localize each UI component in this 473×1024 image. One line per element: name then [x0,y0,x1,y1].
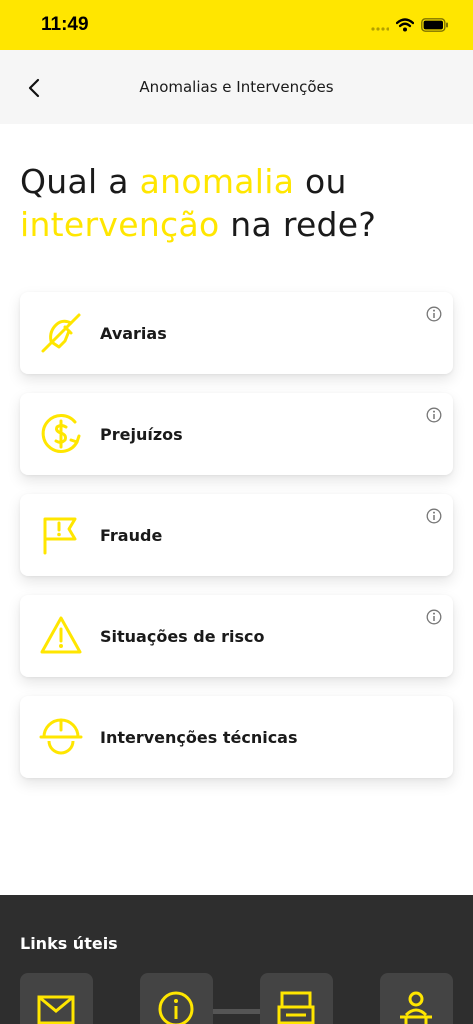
cellular-signal-icon [371,17,390,36]
info-icon[interactable] [426,306,442,322]
info-icon [158,991,194,1024]
headline-highlight-intervencao: intervenção [20,205,220,244]
tile-connector [212,1009,260,1014]
status-icons [371,17,449,36]
option-card-situacoes-de-risco[interactable]: Situações de risco [20,595,453,677]
no-signal-hand-icon [41,313,81,353]
link-tile-desk-person[interactable] [380,973,453,1024]
link-tile-info[interactable] [140,973,213,1024]
mail-icon [37,995,75,1024]
option-card-label: Fraude [100,526,163,545]
warning-triangle-icon [40,616,82,654]
flag-alert-icon [43,517,77,555]
footer-title: Links úteis [20,934,118,953]
option-card-label: Situações de risco [100,627,265,646]
nav-bar: Anomalias e Intervenções [0,50,473,124]
option-card-label: Avarias [100,324,167,343]
headline-highlight-anomalia: anomalia [139,162,295,201]
headline-text: na rede? [219,205,377,244]
info-icon[interactable] [426,508,442,524]
status-time: 11:49 [41,14,89,35]
option-card-label: Intervenções técnicas [100,728,298,747]
info-icon[interactable] [426,407,442,423]
hard-hat-icon [39,718,83,755]
anomaly-options-list: Avarias Prejuízos Fraude Situações de ri… [20,292,453,797]
headline-text: ou [294,162,347,201]
option-card-avarias[interactable]: Avarias [20,292,453,374]
option-card-label: Prejuízos [100,425,183,444]
page-title: Anomalias e Intervenções [139,78,334,96]
headline: Qual a anomalia ou intervenção na rede? [20,160,460,246]
dollar-coin-icon [41,414,81,453]
battery-icon [421,17,449,36]
option-card-prejuizos[interactable]: Prejuízos [20,393,453,475]
option-card-fraude[interactable]: Fraude [20,494,453,576]
wifi-icon [395,17,415,36]
link-tile-mail[interactable] [20,973,93,1024]
status-bar: 11:49 [0,0,473,50]
footer-useful-links: Links úteis [0,895,473,1024]
link-tile-printer[interactable] [260,973,333,1024]
desk-person-icon [400,991,432,1024]
option-card-intervencoes-tecnicas[interactable]: Intervenções técnicas [20,696,453,778]
info-icon[interactable] [426,609,442,625]
printer-icon [277,991,315,1024]
headline-text: Qual a [20,162,140,201]
